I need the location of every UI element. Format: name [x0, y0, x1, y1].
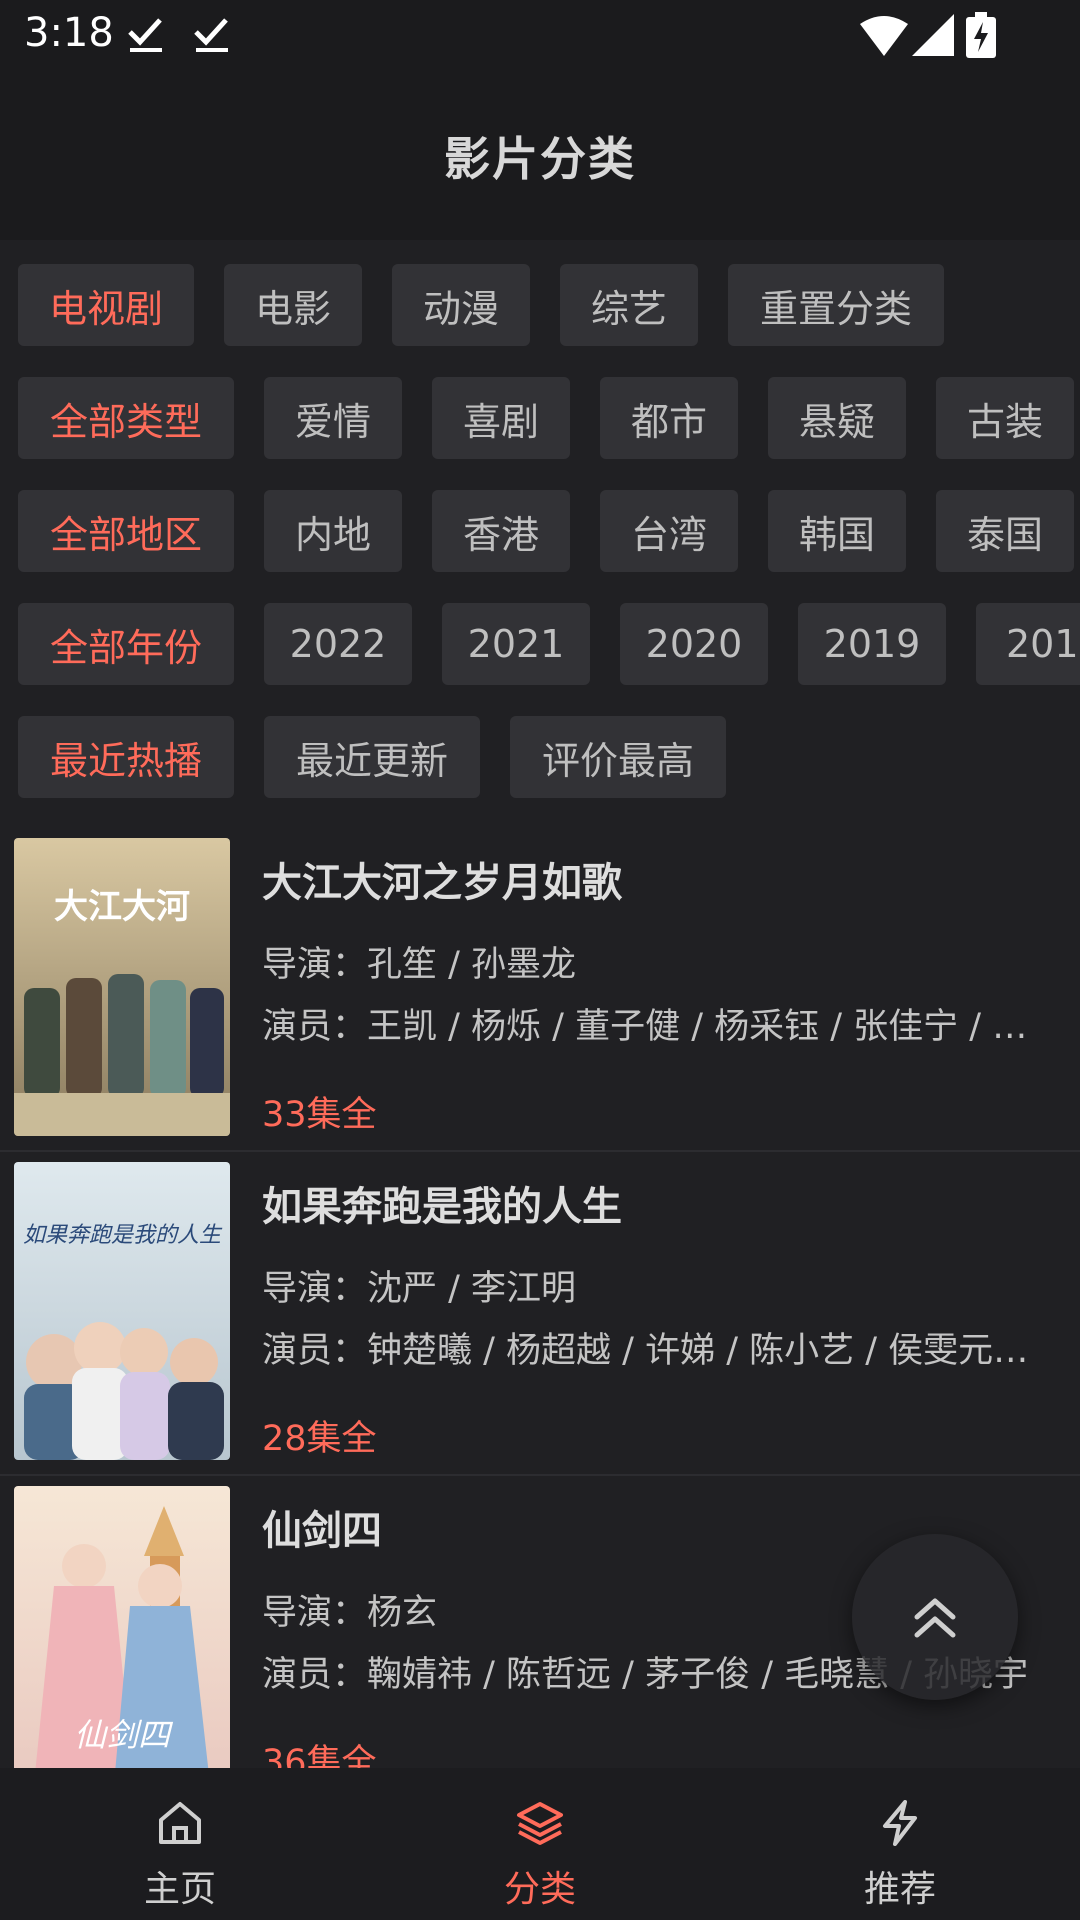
poster-image[interactable]: 大江大河 [14, 838, 230, 1136]
layers-icon [517, 1802, 563, 1845]
nav-home-label: 主页 [143, 1869, 216, 1910]
chip-category-movie[interactable]: 电影 [224, 264, 362, 346]
download-done-icon [126, 14, 166, 58]
chip-genre-mystery[interactable]: 悬疑 [768, 377, 906, 459]
home-icon [159, 1802, 201, 1844]
page-title: 影片分类 [444, 132, 636, 186]
nav-home[interactable]: 主页 [0, 1768, 360, 1920]
video-actors: 演员：钟楚曦 / 杨超越 / 许娣 / 陈小艺 / 侯雯元 / 刘琳 [262, 1331, 1032, 1371]
chip-sort-hot[interactable]: 最近热播 [18, 716, 234, 798]
video-title: 仙剑四 [262, 1508, 382, 1554]
svg-text:仙剑四: 仙剑四 [74, 1716, 174, 1754]
list-item[interactable]: 大江大河 大江大河之岁月如歌 导演：孔笙 / 孙墨龙 演员：王凯 / 杨烁 / … [0, 828, 1080, 1136]
svg-text:如果奔跑是我的人生: 如果奔跑是我的人生 [23, 1223, 223, 1248]
chevron-double-up-icon [914, 1598, 956, 1638]
signal-icon [912, 14, 954, 60]
chip-year-2021[interactable]: 2021 [442, 603, 590, 685]
reset-filter-button[interactable]: 重置分类 [728, 264, 944, 346]
poster-image[interactable]: 仙剑四 [14, 1486, 230, 1768]
chip-year-2020[interactable]: 2020 [620, 603, 768, 685]
nav-recommend[interactable]: 推荐 [720, 1768, 1080, 1920]
chip-year-all[interactable]: 全部年份 [18, 603, 234, 685]
download-done-icon [192, 14, 232, 58]
wifi-icon [860, 16, 908, 60]
nav-recommend-label: 推荐 [863, 1869, 936, 1910]
episode-status: 28集全 [262, 1419, 377, 1459]
chip-region-all[interactable]: 全部地区 [18, 490, 234, 572]
nav-category[interactable]: 分类 [360, 1768, 720, 1920]
video-director: 导演：杨玄 [262, 1593, 438, 1633]
video-director: 导演：孔笙 / 孙墨龙 [262, 945, 577, 985]
chip-genre-all[interactable]: 全部类型 [18, 377, 234, 459]
status-time: 3:18 [24, 10, 114, 56]
chip-sort-updated[interactable]: 最近更新 [264, 716, 480, 798]
chip-region-mainland[interactable]: 内地 [264, 490, 402, 572]
back-to-top-button[interactable] [852, 1534, 1018, 1700]
chip-genre-urban[interactable]: 都市 [600, 377, 738, 459]
chip-genre-romance[interactable]: 爱情 [264, 377, 402, 459]
chip-genre-comedy[interactable]: 喜剧 [432, 377, 570, 459]
chip-sort-rating[interactable]: 评价最高 [510, 716, 726, 798]
filter-panel: 电视剧 电影 动漫 综艺 重置分类 全部类型 爱情 喜剧 都市 悬疑 古装 全部… [0, 240, 1080, 810]
battery-charging-icon [966, 12, 996, 62]
chip-category-variety[interactable]: 综艺 [560, 264, 698, 346]
nav-category-label: 分类 [503, 1869, 576, 1910]
video-actors: 演员：王凯 / 杨烁 / 董子健 / 杨采钰 / 张佳宁 / 任重 [262, 1007, 1032, 1047]
status-bar: 3:18 [0, 0, 1080, 72]
episode-status: 33集全 [262, 1095, 377, 1135]
chip-region-hongkong[interactable]: 香港 [432, 490, 570, 572]
chip-genre-costume[interactable]: 古装 [936, 377, 1074, 459]
chip-year-2019[interactable]: 2019 [798, 603, 946, 685]
bottom-navigation: 主页 分类 推荐 [0, 1768, 1080, 1920]
poster-image[interactable]: 如果奔跑是我的人生 [14, 1162, 230, 1460]
chip-region-taiwan[interactable]: 台湾 [600, 490, 738, 572]
chip-region-korea[interactable]: 韩国 [768, 490, 906, 572]
video-title: 如果奔跑是我的人生 [262, 1184, 622, 1230]
video-director: 导演：沈严 / 李江明 [262, 1269, 577, 1309]
episode-status: 36集全 [262, 1743, 377, 1768]
svg-text:大江大河: 大江大河 [54, 887, 190, 927]
list-item[interactable]: 如果奔跑是我的人生 如果奔跑是我的人生 导演：沈严 / 李江明 演员：钟楚曦 /… [0, 1152, 1080, 1460]
chip-year-2022[interactable]: 2022 [264, 603, 412, 685]
lightning-icon [883, 1800, 917, 1846]
app-bar: 影片分类 [0, 72, 1080, 240]
chip-region-thailand[interactable]: 泰国 [936, 490, 1074, 572]
chip-category-tv[interactable]: 电视剧 [18, 264, 194, 346]
video-title: 大江大河之岁月如歌 [262, 860, 622, 906]
chip-year-2018[interactable]: 2018 [976, 603, 1080, 685]
chip-category-anime[interactable]: 动漫 [392, 264, 530, 346]
